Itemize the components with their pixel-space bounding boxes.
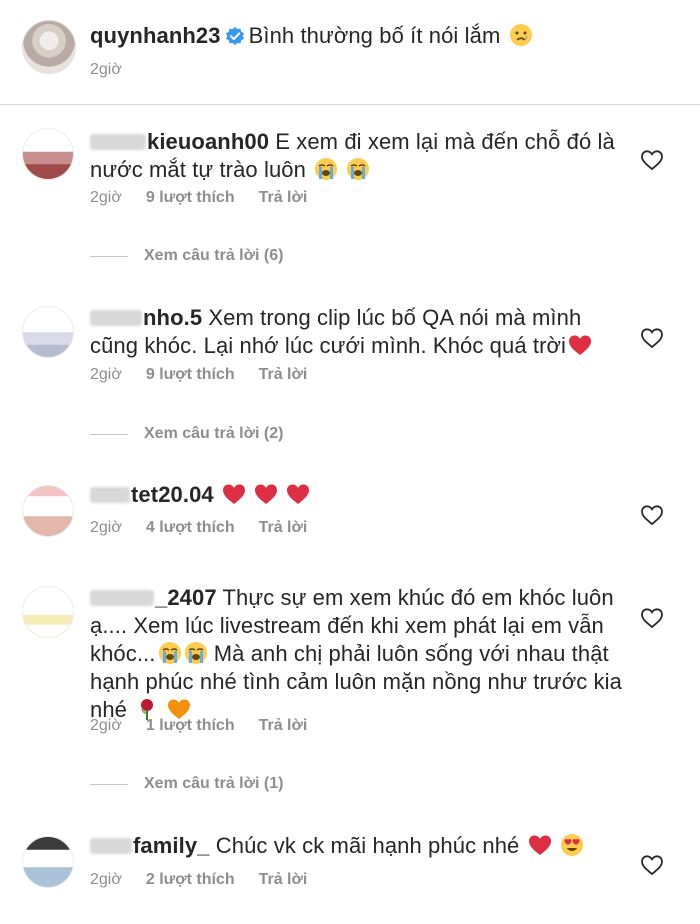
like-heart-icon[interactable]: [640, 854, 664, 876]
like-count[interactable]: 1 lượt thích: [146, 717, 235, 734]
red-heart-emoji: [528, 835, 551, 855]
comment-text: family_ Chúc vk ck mãi hạnh phúc nhé: [90, 832, 630, 860]
reply-button[interactable]: Trả lời: [259, 366, 308, 383]
red-heart-emoji: [222, 484, 245, 504]
comment-meta: 2giờ 9 lượt thích Trả lời: [90, 188, 331, 208]
reply-button[interactable]: Trả lời: [259, 189, 308, 206]
comment-time: 2giờ: [90, 189, 122, 206]
comment-time: 2giờ: [90, 717, 122, 734]
blurred-username-prefix: [90, 134, 146, 150]
comment-text: kieuoanh00 E xem đi xem lại mà đến chỗ đ…: [90, 128, 620, 184]
comment-body-line: E xem đi xem lại mà đến chỗ đó là: [275, 129, 615, 154]
reply-dash: [90, 783, 128, 785]
blurred-username-prefix: [90, 310, 142, 326]
like-count[interactable]: 9 lượt thích: [146, 366, 235, 383]
like-count[interactable]: 9 lượt thích: [146, 189, 235, 206]
comment-body-line: khóc...: [90, 641, 156, 666]
reply-dash: [90, 433, 128, 435]
comment-avatar[interactable]: [22, 306, 74, 358]
reply-button[interactable]: Trả lời: [259, 717, 308, 734]
comment-body-line: ạ.... Xem lúc livestream đến khi xem phá…: [90, 613, 604, 638]
comment-text: tet20.04: [90, 481, 620, 509]
blurred-username-prefix: [90, 838, 132, 854]
view-replies-label: Xem câu trả lời (1): [144, 775, 284, 792]
reply-button[interactable]: Trả lời: [259, 519, 308, 536]
reply-dash: [90, 255, 128, 257]
comment-avatar[interactable]: [22, 128, 74, 180]
view-replies-label: Xem câu trả lời (2): [144, 425, 284, 442]
comment-meta: 2giờ 2 lượt thích Trả lời: [90, 870, 331, 890]
view-replies-label: Xem câu trả lời (6): [144, 247, 284, 264]
blurred-username-prefix: [90, 590, 154, 606]
post-caption: Bình thường bố ít nói lắm: [248, 23, 501, 48]
comment-avatar[interactable]: [22, 485, 74, 537]
crying-emoji: [184, 642, 207, 664]
comment-time: 2giờ: [90, 871, 122, 888]
comment-username[interactable]: kieuoanh00: [147, 129, 269, 154]
comment-meta: 2giờ 4 lượt thích Trả lời: [90, 518, 331, 538]
comment-username[interactable]: _2407: [155, 585, 217, 610]
comment-time: 2giờ: [90, 519, 122, 536]
comment-body-line: nước mắt tự trào luôn: [90, 157, 306, 182]
reply-button[interactable]: Trả lời: [259, 871, 308, 888]
red-heart-emoji: [569, 335, 592, 355]
blurred-username-prefix: [90, 487, 130, 503]
like-count[interactable]: 4 lượt thích: [146, 519, 235, 536]
like-count[interactable]: 2 lượt thích: [146, 871, 235, 888]
crying-emoji: [347, 158, 370, 180]
comment-body-line: hạnh phúc nhé tình cảm luôn mặn nồng như…: [90, 669, 622, 694]
comment-meta: 2giờ 9 lượt thích Trả lời: [90, 365, 331, 385]
comment-avatar[interactable]: [22, 586, 74, 638]
view-replies-button[interactable]: Xem câu trả lời (1): [90, 775, 283, 793]
comment-body-line: cũng khóc. Lại nhớ lúc cưới mình. Khóc q…: [90, 333, 567, 358]
comment-username[interactable]: nho.5: [143, 305, 202, 330]
red-heart-emoji: [287, 484, 310, 504]
crying-emoji: [315, 158, 338, 180]
view-replies-button[interactable]: Xem câu trả lời (6): [90, 247, 283, 265]
post-username[interactable]: quynhanh23: [90, 23, 221, 48]
comment-text: _2407 Thực sự em xem khúc đó em khóc luô…: [90, 584, 630, 724]
comment-text: nho.5 Xem trong clip lúc bố QA nói mà mì…: [90, 304, 630, 360]
post-author-avatar[interactable]: [22, 20, 76, 74]
like-heart-icon[interactable]: [640, 607, 664, 629]
verified-badge-icon: [225, 27, 244, 45]
post-time: 2giờ: [90, 61, 122, 78]
comment-body-line: Thực sự em xem khúc đó em khóc luôn: [222, 585, 614, 610]
like-heart-icon[interactable]: [640, 149, 664, 171]
comment-username[interactable]: family_: [133, 833, 210, 858]
crying-emoji: [158, 642, 181, 664]
view-replies-button[interactable]: Xem câu trả lời (2): [90, 425, 283, 443]
comment-time: 2giờ: [90, 366, 122, 383]
comment-meta: 2giờ 1 lượt thích Trả lời: [90, 716, 331, 736]
comment-body-line: Chúc vk ck mãi hạnh phúc nhé: [215, 833, 520, 858]
comment-username[interactable]: tet20.04: [131, 482, 214, 507]
sad-tear-emoji: [509, 24, 532, 46]
post-caption-row: quynhanh23 Bình thường bố ít nói lắm: [90, 22, 533, 50]
comment-body-line: Xem trong clip lúc bố QA nói mà mình: [208, 305, 582, 330]
like-heart-icon[interactable]: [640, 504, 664, 526]
heart-eyes-emoji: [560, 834, 583, 856]
red-heart-emoji: [255, 484, 278, 504]
comment-body-line: Mà anh chị phải luôn sống với nhau thật: [213, 641, 609, 666]
comment-avatar[interactable]: [22, 836, 74, 888]
like-heart-icon[interactable]: [640, 327, 664, 349]
divider: [0, 104, 700, 105]
